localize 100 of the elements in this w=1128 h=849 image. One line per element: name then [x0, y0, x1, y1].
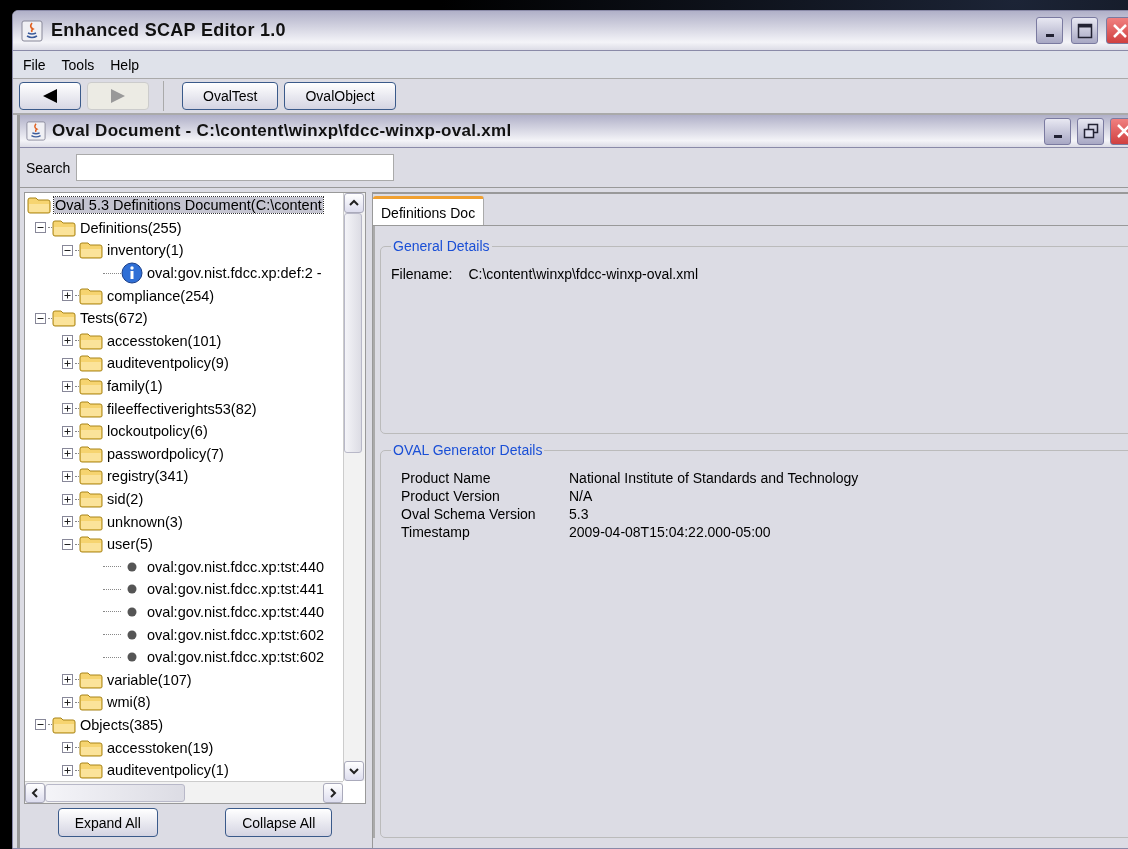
expand-icon[interactable]: [62, 516, 73, 528]
expand-icon[interactable]: [62, 674, 73, 686]
maximize-icon: [1076, 22, 1093, 39]
field-value: 5.3: [569, 506, 590, 522]
tree-item[interactable]: fileeffectiverights53(82): [106, 400, 258, 417]
expand-icon[interactable]: [62, 696, 73, 708]
tree-item[interactable]: Objects(385): [79, 716, 164, 733]
field-value: C:\content\winxp\fdcc-winxp-oval.xml: [468, 266, 698, 282]
expand-icon[interactable]: [62, 764, 73, 776]
field-value: National Institute of Standards and Technology: [569, 470, 860, 486]
tree-button[interactable]: Collapse All: [225, 808, 333, 837]
tree-item[interactable]: unknown(3): [106, 513, 184, 530]
minimize-button[interactable]: [1044, 117, 1071, 145]
folder-icon: [52, 309, 76, 328]
expand-icon[interactable]: [62, 742, 73, 754]
bullet-icon: [127, 652, 137, 663]
tree-item[interactable]: oval:gov.nist.fdcc.xp:tst:602: [146, 649, 326, 666]
collapse-icon[interactable]: [35, 312, 46, 324]
restore-button[interactable]: [1077, 117, 1104, 145]
folder-icon: [79, 467, 103, 486]
collapse-icon[interactable]: [62, 245, 73, 256]
tree-item[interactable]: oval:gov.nist.fdcc.xp:tst:440: [146, 604, 326, 620]
folder-icon: [27, 196, 51, 215]
folder-icon: [79, 490, 103, 508]
tree-item[interactable]: user(5): [106, 536, 154, 553]
folder-icon: [79, 422, 103, 441]
right-triangle-icon: [109, 88, 127, 104]
close-icon: [1115, 123, 1128, 139]
tree-item[interactable]: passwordpolicy(7): [106, 445, 225, 462]
tree-item[interactable]: oval:gov.nist.fdcc.xp:tst:440: [146, 558, 326, 575]
search-field[interactable]: [76, 154, 395, 181]
collapse-icon[interactable]: [35, 222, 46, 234]
maximize-button[interactable]: [1071, 17, 1098, 44]
expand-icon[interactable]: [62, 448, 73, 460]
group-title: General Details: [392, 238, 491, 254]
expand-icon[interactable]: [62, 357, 73, 369]
folder-icon: [79, 670, 103, 689]
restore-icon: [1082, 123, 1099, 139]
field-label: Product Version: [401, 488, 501, 504]
folder-icon: [79, 444, 103, 463]
tree-item[interactable]: lockoutpolicy(6): [106, 423, 209, 440]
expand-icon[interactable]: [62, 380, 73, 392]
horizontal-scrollbar[interactable]: [25, 781, 343, 803]
toolbar-button[interactable]: OvalObject: [284, 82, 396, 110]
document-title: Oval Document - C:\content\winxp\fdcc-winxp-oval.xml: [52, 121, 513, 141]
expand-icon[interactable]: [62, 335, 73, 347]
tree-item[interactable]: oval:gov.nist.fdcc.xp:def:2 -: [146, 265, 323, 282]
folder-icon: [79, 761, 103, 780]
tree-item[interactable]: auditeventpolicy(9): [106, 355, 230, 372]
app-icon: [21, 19, 43, 42]
tree-item[interactable]: registry(341): [106, 468, 190, 485]
menu-item[interactable]: Help: [104, 56, 146, 73]
tree-item[interactable]: compliance(254): [106, 287, 216, 304]
bullet-icon: [127, 629, 137, 640]
collapse-icon[interactable]: [35, 719, 46, 731]
back-button[interactable]: [19, 82, 81, 110]
expand-icon[interactable]: [62, 403, 73, 415]
collapse-icon[interactable]: [62, 538, 73, 550]
folder-icon: [79, 331, 103, 350]
window-title: Enhanced SCAP Editor 1.0: [51, 20, 287, 41]
tab[interactable]: Definitions Doc: [373, 196, 485, 225]
tree-item[interactable]: inventory(1): [106, 242, 185, 259]
tree-item[interactable]: variable(107): [106, 671, 193, 688]
tree-item[interactable]: Oval 5.3 Definitions Document(C:\content: [54, 197, 323, 214]
tree-item[interactable]: accesstoken(101): [106, 332, 223, 349]
folder-icon: [79, 399, 103, 418]
info-icon: [121, 262, 143, 285]
tree-item[interactable]: oval:gov.nist.fdcc.xp:tst:441: [146, 581, 326, 598]
left-triangle-icon: [41, 88, 59, 104]
tree-item[interactable]: auditeventpolicy(1): [106, 762, 230, 779]
folder-icon: [52, 218, 76, 237]
vertical-scrollbar[interactable]: [343, 193, 365, 781]
expand-icon[interactable]: [62, 493, 73, 505]
folder-icon: [79, 512, 103, 531]
field-value: 2009-04-08T15:04:22.000-05:00: [569, 524, 772, 540]
expand-icon[interactable]: [62, 290, 73, 302]
toolbar-button[interactable]: OvalTest: [182, 82, 279, 110]
tree-item[interactable]: oval:gov.nist.fdcc.xp:tst:602: [146, 626, 326, 643]
field-label: Product Name: [401, 470, 492, 486]
tree-button[interactable]: Expand All: [57, 808, 158, 837]
minimize-button[interactable]: [1036, 17, 1063, 44]
close-button[interactable]: [1106, 17, 1128, 44]
expand-icon[interactable]: [62, 425, 73, 437]
tree-item[interactable]: accesstoken(19): [106, 739, 215, 756]
expand-icon[interactable]: [62, 470, 73, 482]
folder-icon: [79, 354, 103, 373]
menu-item[interactable]: File: [17, 56, 52, 73]
folder-icon: [79, 738, 103, 757]
search-label: Search: [26, 159, 71, 176]
document-icon: [26, 121, 46, 141]
bullet-icon: [127, 607, 137, 617]
tree-item[interactable]: family(1): [106, 378, 164, 395]
menu-item[interactable]: Tools: [55, 56, 101, 73]
minimize-icon: [1045, 34, 1054, 37]
tree-item[interactable]: sid(2): [106, 491, 145, 507]
field-label: Timestamp: [401, 524, 471, 540]
tree-item[interactable]: wmi(8): [106, 694, 152, 711]
field-label: Oval Schema Version: [401, 506, 537, 522]
tree-item[interactable]: Tests(672): [79, 310, 149, 327]
tree-item[interactable]: Definitions(255): [79, 219, 183, 236]
